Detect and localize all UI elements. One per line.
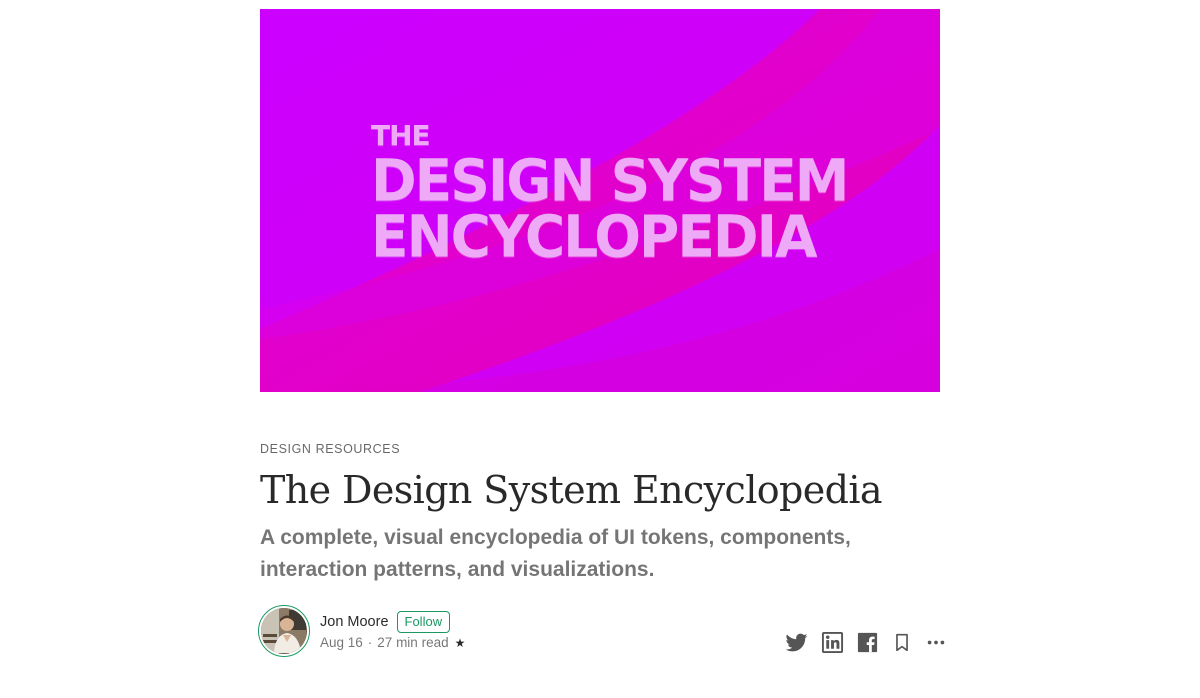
article-title: The Design System Encyclopedia — [260, 468, 883, 512]
meta-separator: · — [367, 635, 373, 650]
bookmark-icon[interactable] — [891, 631, 913, 659]
hero-title-line-3: ENCYCLOPEDIA — [371, 202, 818, 270]
facebook-icon[interactable] — [856, 631, 879, 659]
share-actions — [784, 630, 947, 660]
linkedin-icon[interactable] — [821, 631, 844, 659]
follow-button[interactable]: Follow — [396, 611, 451, 633]
author-photo — [261, 608, 307, 654]
read-time: 27 min read — [377, 635, 449, 650]
hero-title-line-2: DESIGN SYSTEM — [371, 146, 849, 214]
author-row: Jon Moore Follow — [320, 611, 451, 633]
publish-date[interactable]: Aug 16 — [320, 635, 363, 650]
more-icon[interactable] — [925, 631, 947, 659]
twitter-icon[interactable] — [784, 630, 809, 660]
author-avatar[interactable] — [258, 605, 310, 657]
author-name-link[interactable]: Jon Moore — [320, 614, 389, 630]
category-link[interactable]: DESIGN RESOURCES — [260, 442, 400, 456]
article-subtitle: A complete, visual encyclopedia of UI to… — [260, 526, 851, 581]
hero-title: THE DESIGN SYSTEM ENCYCLOPEDIA — [371, 121, 849, 270]
person-icon — [261, 608, 306, 653]
article-meta: Aug 16 · 27 min read ★ — [320, 635, 465, 650]
member-only-star-icon: ★ — [454, 635, 466, 650]
hero-image: THE DESIGN SYSTEM ENCYCLOPEDIA — [260, 9, 940, 392]
article-page: THE DESIGN SYSTEM ENCYCLOPEDIA DESIGN RE… — [0, 0, 1200, 698]
